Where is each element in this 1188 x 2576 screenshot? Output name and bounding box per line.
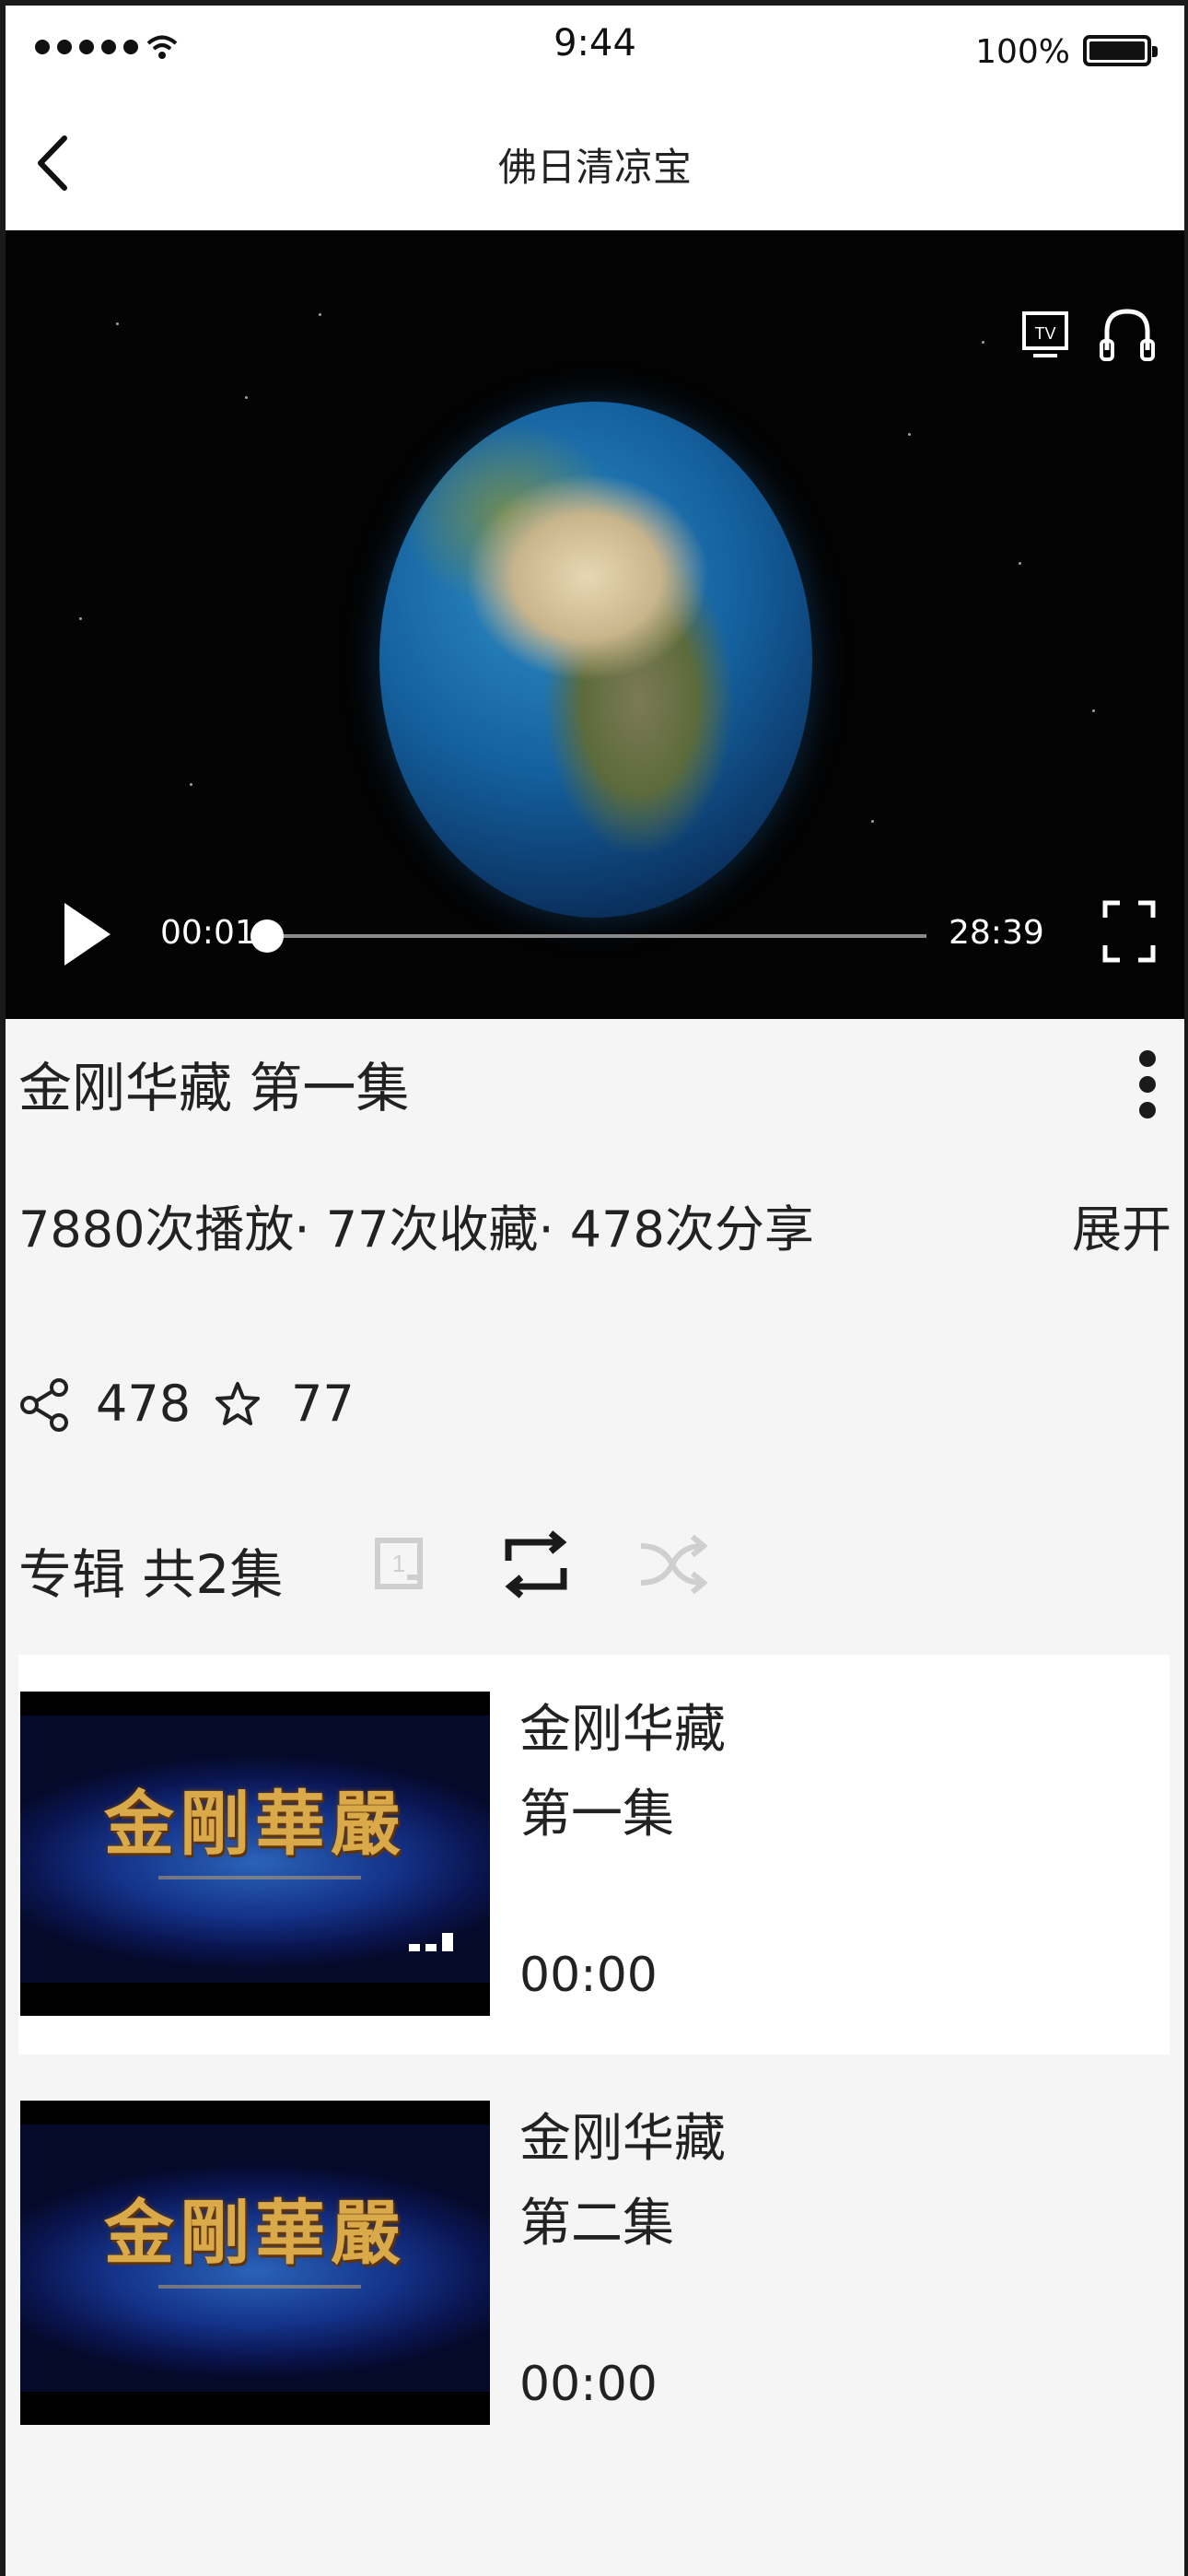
top-bar: 9:44 100% 佛日清凉宝 [6, 6, 1184, 230]
tv-cast-icon[interactable]: TV [1020, 308, 1070, 363]
device-frame-right [1184, 0, 1188, 2576]
svg-text:TV: TV [1034, 324, 1055, 343]
episode-item[interactable]: 金剛華嚴 金刚华藏 第一集 00:00 [18, 1655, 1170, 2055]
expand-button[interactable]: 展开 [1072, 1188, 1171, 1261]
battery-percentage: 100% [975, 33, 1070, 71]
share-icon[interactable] [18, 1378, 72, 1432]
progress-knob[interactable] [250, 919, 284, 953]
thumbnail-title: 金剛華嚴 [104, 2192, 406, 2274]
favorite-count: 77 [291, 1375, 355, 1433]
battery-icon [1083, 35, 1158, 66]
favorite-star-icon[interactable] [214, 1380, 262, 1428]
episode-thumbnail: 金剛華嚴 [20, 1692, 490, 2016]
total-time: 28:39 [949, 914, 1044, 952]
progress-track[interactable] [265, 934, 926, 938]
shuffle-icon[interactable] [635, 1528, 711, 1601]
current-time: 00:01 [160, 914, 256, 952]
episode-item[interactable]: 金剛華嚴 金刚华藏 第二集 00:00 [18, 2064, 1170, 2464]
episode-thumbnail: 金剛華嚴 [20, 2101, 490, 2425]
fullscreen-icon[interactable] [1101, 899, 1157, 964]
video-title: 金刚华藏 第一集 [18, 1057, 410, 1119]
video-player[interactable]: TV 00:01 28:39 [6, 230, 1184, 1019]
episode-number: 第一集 [519, 1785, 674, 1844]
status-bar: 9:44 100% [6, 6, 1184, 88]
episode-name: 金刚华藏 [519, 2109, 726, 2169]
album-label: 专辑 共2集 [18, 1543, 284, 1606]
repeat-all-icon[interactable] [499, 1526, 573, 1603]
thumbnail-title: 金剛華嚴 [104, 1783, 406, 1865]
page-title: 佛日清凉宝 [497, 145, 692, 190]
play-icon[interactable] [57, 897, 116, 971]
repeat-one-icon[interactable]: 1 [365, 1526, 433, 1601]
episode-duration: 00:00 [519, 1948, 658, 2003]
episode-number: 第二集 [519, 2194, 674, 2254]
episode-duration: 00:00 [519, 2357, 658, 2412]
headphones-icon[interactable] [1098, 304, 1157, 365]
video-stats: 7880次播放· 77次收藏· 478次分享 [18, 1200, 814, 1259]
now-playing-icon [409, 1933, 453, 1951]
earth-video-frame [379, 402, 812, 918]
share-count: 478 [96, 1375, 192, 1433]
svg-text:1: 1 [392, 1550, 405, 1577]
more-options-icon[interactable] [1136, 1050, 1159, 1120]
episode-name: 金刚华藏 [519, 1700, 726, 1760]
